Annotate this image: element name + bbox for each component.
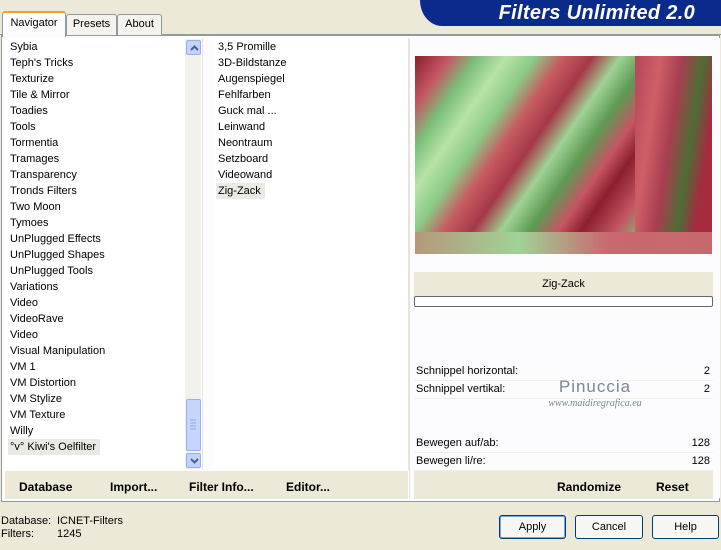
param-value: 128	[691, 437, 710, 449]
param-value: 128	[691, 455, 710, 467]
category-item[interactable]: Sybia	[8, 39, 42, 55]
chevron-down-icon	[190, 458, 199, 464]
category-item[interactable]: VM Stylize	[8, 391, 66, 407]
filter-item[interactable]: Setzboard	[216, 151, 272, 167]
category-item[interactable]: Transparency	[8, 167, 81, 183]
status-database-value: ICNET-Filters	[57, 515, 123, 527]
filter-item[interactable]: Neontraum	[216, 135, 276, 151]
category-item[interactable]: VideoRave	[8, 311, 68, 327]
status-database: Database: ICNET-Filters	[1, 515, 123, 528]
category-item[interactable]: VM Distortion	[8, 375, 80, 391]
param-value: 2	[703, 383, 710, 395]
watermark-name: Pinuccia	[558, 377, 632, 396]
category-item[interactable]: Tormentia	[8, 135, 62, 151]
filter-item[interactable]: Guck mal ...	[216, 103, 281, 119]
category-item[interactable]: Tronds Filters	[8, 183, 81, 199]
param-label: Bewegen li/re:	[416, 455, 486, 467]
category-item[interactable]: VM Texture	[8, 407, 69, 423]
filter-info-link[interactable]: Filter Info...	[189, 480, 254, 494]
category-item[interactable]: Tramages	[8, 151, 63, 167]
apply-button[interactable]: Apply	[499, 515, 566, 539]
preview-caption: Zig-Zack	[414, 272, 713, 296]
filter-item[interactable]: Fehlfarben	[216, 87, 275, 103]
chevron-up-icon	[190, 45, 199, 51]
category-item[interactable]: VM 1	[8, 359, 40, 375]
cancel-button[interactable]: Cancel	[575, 515, 643, 539]
category-item[interactable]: Willy	[8, 423, 37, 439]
filter-item[interactable]: Augenspiegel	[216, 71, 289, 87]
param-label: Schnippel vertikal:	[416, 383, 506, 395]
param-label: Bewegen auf/ab:	[416, 437, 499, 449]
progress-bar	[414, 296, 713, 307]
reset-link[interactable]: Reset	[656, 480, 689, 494]
category-item[interactable]: Two Moon	[8, 199, 65, 215]
category-list[interactable]: Sybia Teph's Tricks Texturize Tile & Mirror…	[5, 38, 203, 470]
filter-item[interactable]: Videowand	[216, 167, 276, 183]
category-item[interactable]: Tools	[8, 119, 40, 135]
grip-icon	[190, 419, 196, 430]
preview-image-graphic	[415, 56, 712, 254]
param-label: Schnippel horizontal:	[416, 365, 519, 377]
param-row-bewegen-auf-ab[interactable]: Bewegen auf/ab: 128	[414, 434, 713, 453]
param-row-bewegen-li-re[interactable]: Bewegen li/re: 128	[414, 452, 713, 471]
import-link[interactable]: Import...	[110, 480, 157, 494]
filter-list[interactable]: 3,5 Promille 3D-Bildstanze Augenspiegel Feh…	[213, 38, 409, 470]
watermark-url: www.maidiregrafica.eu	[548, 398, 642, 409]
category-item[interactable]: UnPlugged Shapes	[8, 247, 109, 263]
filter-item[interactable]: Leinwand	[216, 119, 269, 135]
param-value: 2	[703, 365, 710, 377]
filter-item[interactable]: 3D-Bildstanze	[216, 55, 290, 71]
title-banner: Filters Unlimited 2.0	[420, 0, 721, 26]
app-title: Filters Unlimited 2.0	[498, 2, 695, 24]
category-item[interactable]: Variations	[8, 279, 62, 295]
category-item[interactable]: Tymoes	[8, 215, 53, 231]
category-item[interactable]: Toadies	[8, 103, 52, 119]
scroll-thumb[interactable]	[186, 399, 201, 451]
help-button[interactable]: Help	[652, 515, 719, 539]
category-item[interactable]: Video	[8, 327, 42, 343]
scroll-down-button[interactable]	[186, 453, 201, 468]
category-item[interactable]: UnPlugged Effects	[8, 231, 105, 247]
filter-item[interactable]: Zig-Zack	[216, 183, 265, 199]
status-filters: Filters: 1245	[1, 528, 81, 541]
database-link[interactable]: Database	[19, 480, 72, 494]
randomize-link[interactable]: Randomize	[557, 480, 621, 494]
status-filters-label: Filters:	[1, 528, 34, 540]
category-item[interactable]: Teph's Tricks	[8, 55, 77, 71]
scroll-up-button[interactable]	[186, 40, 201, 55]
status-database-label: Database:	[1, 515, 52, 527]
filter-item[interactable]: 3,5 Promille	[216, 39, 280, 55]
category-item[interactable]: Tile & Mirror	[8, 87, 73, 103]
category-item[interactable]: Visual Manipulation	[8, 343, 109, 359]
tab-about[interactable]: About	[117, 14, 162, 35]
category-item[interactable]: Video	[8, 295, 42, 311]
editor-link[interactable]: Editor...	[286, 480, 330, 494]
category-item[interactable]: UnPlugged Tools	[8, 263, 97, 279]
category-item[interactable]: °v° Kiwi's Oelfilter	[8, 439, 101, 455]
tab-navigator[interactable]: Navigator	[2, 11, 66, 37]
preview-image	[415, 56, 712, 254]
tab-presets[interactable]: Presets	[66, 14, 117, 35]
status-filters-value: 1245	[57, 528, 82, 540]
category-item[interactable]: Texturize	[8, 71, 58, 87]
